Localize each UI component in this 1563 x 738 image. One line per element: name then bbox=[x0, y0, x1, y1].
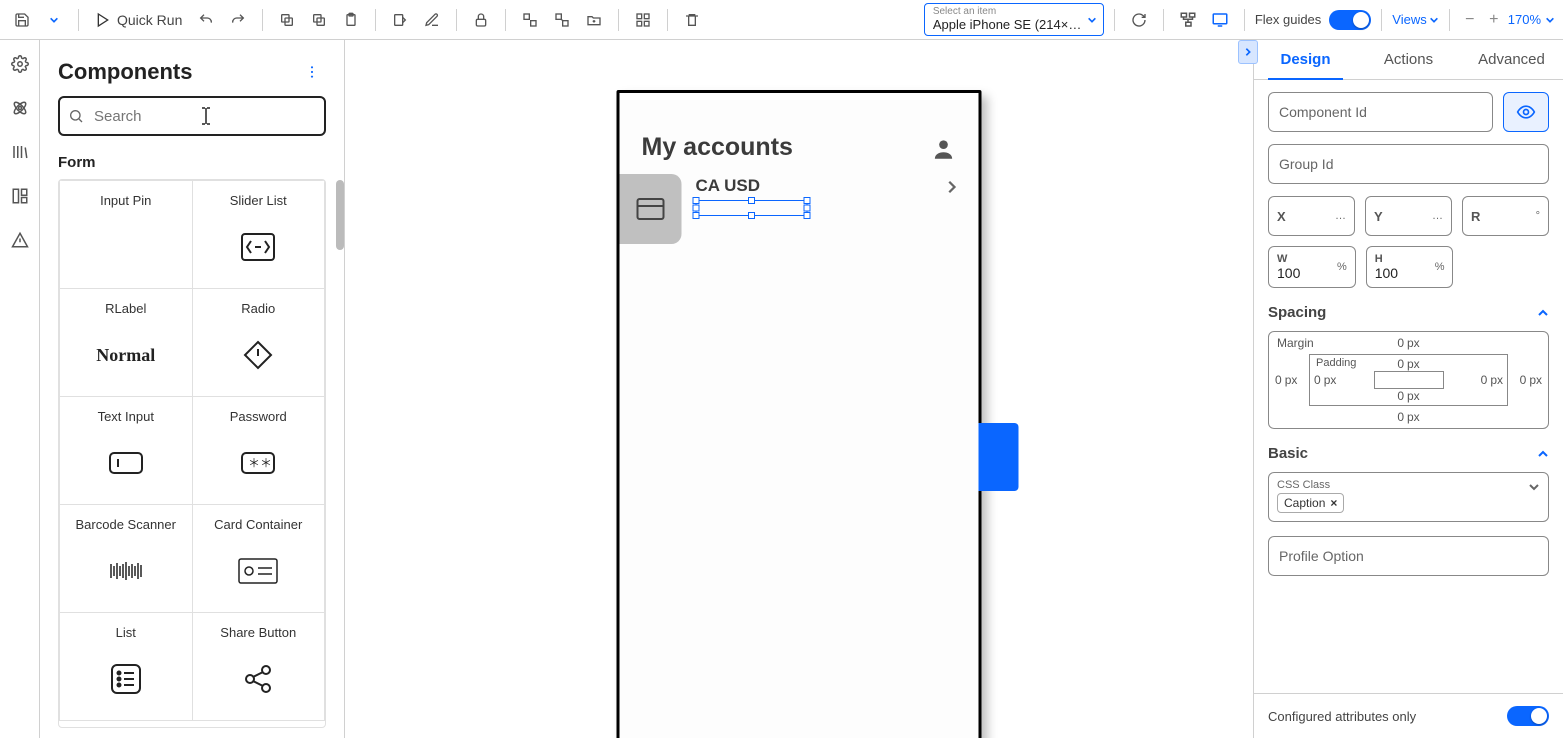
device-frame: My accounts CA USD bbox=[617, 90, 982, 738]
rail-library-icon[interactable] bbox=[6, 138, 34, 166]
device-selector-value: Apple iPhone SE (214×… bbox=[933, 18, 1083, 33]
properties-panel: Design Actions Advanced Component Id Gro… bbox=[1253, 40, 1563, 738]
components-panel: Components Form Input Pin Slider List RL… bbox=[40, 40, 345, 738]
selected-element[interactable] bbox=[696, 200, 808, 216]
tab-actions[interactable]: Actions bbox=[1357, 40, 1460, 79]
account-label: CA USD bbox=[696, 176, 929, 196]
design-canvas[interactable]: My accounts CA USD bbox=[345, 40, 1253, 738]
chevron-right-icon[interactable] bbox=[943, 174, 961, 196]
flex-guides-toggle[interactable] bbox=[1329, 10, 1371, 30]
quick-run-button[interactable]: Quick Run bbox=[89, 12, 188, 28]
chevron-down-icon bbox=[1087, 15, 1097, 25]
account-icon[interactable] bbox=[620, 174, 682, 244]
components-title: Components bbox=[58, 59, 192, 85]
spacing-section-title: Spacing bbox=[1268, 304, 1326, 321]
save-button[interactable] bbox=[8, 6, 36, 34]
scrollbar-thumb[interactable] bbox=[336, 180, 344, 250]
paste-button[interactable] bbox=[337, 6, 365, 34]
redo-button[interactable] bbox=[224, 6, 252, 34]
css-class-field[interactable]: CSS Class Caption× bbox=[1268, 472, 1549, 522]
visibility-toggle[interactable] bbox=[1503, 92, 1549, 132]
components-section-label: Form bbox=[40, 136, 344, 179]
zoom-in-button[interactable]: + bbox=[1484, 11, 1504, 29]
move-to-folder-button[interactable] bbox=[580, 6, 608, 34]
layout-button[interactable] bbox=[629, 6, 657, 34]
user-icon[interactable] bbox=[931, 136, 957, 162]
cut-button[interactable] bbox=[305, 6, 333, 34]
component-item[interactable]: Text Input bbox=[60, 397, 193, 505]
copy-button[interactable] bbox=[273, 6, 301, 34]
left-rail bbox=[0, 40, 40, 738]
component-item[interactable]: Slider List bbox=[192, 181, 325, 289]
lock-button[interactable] bbox=[467, 6, 495, 34]
x-input[interactable]: X… bbox=[1268, 196, 1355, 236]
component-item[interactable]: RLabelNormal bbox=[60, 289, 193, 397]
zoom-out-button[interactable]: − bbox=[1460, 11, 1480, 29]
css-class-chip[interactable]: Caption× bbox=[1277, 493, 1344, 513]
group-id-field[interactable]: Group Id bbox=[1268, 144, 1549, 184]
rail-warning-icon[interactable] bbox=[6, 226, 34, 254]
rail-atom-icon[interactable] bbox=[6, 94, 34, 122]
ungroup-button[interactable] bbox=[548, 6, 576, 34]
duplicate-button[interactable] bbox=[386, 6, 414, 34]
undo-button[interactable] bbox=[192, 6, 220, 34]
page-title: My accounts bbox=[642, 133, 793, 162]
configured-only-toggle[interactable] bbox=[1507, 706, 1549, 726]
component-item[interactable]: Input Pin bbox=[60, 181, 193, 289]
search-icon bbox=[68, 108, 84, 124]
basic-section-title: Basic bbox=[1268, 445, 1308, 462]
tab-advanced[interactable]: Advanced bbox=[1460, 40, 1563, 79]
group-button[interactable] bbox=[516, 6, 544, 34]
components-grid: Input Pin Slider List RLabelNormal Radio… bbox=[58, 179, 326, 728]
tree-view-button[interactable] bbox=[1174, 6, 1202, 34]
configured-only-label: Configured attributes only bbox=[1268, 709, 1416, 724]
r-input[interactable]: R° bbox=[1462, 196, 1549, 236]
save-dropdown[interactable] bbox=[40, 6, 68, 34]
top-toolbar: Quick Run Select an item Apple iPhone SE… bbox=[0, 0, 1563, 40]
tab-design[interactable]: Design bbox=[1254, 40, 1357, 79]
views-dropdown[interactable]: Views bbox=[1392, 12, 1438, 27]
flex-guides-label: Flex guides bbox=[1255, 12, 1321, 27]
components-search-input[interactable] bbox=[58, 96, 326, 136]
edit-button[interactable] bbox=[418, 6, 446, 34]
quick-run-label: Quick Run bbox=[117, 12, 182, 28]
device-selector-label: Select an item bbox=[933, 6, 1083, 18]
device-selector[interactable]: Select an item Apple iPhone SE (214×… bbox=[924, 3, 1104, 35]
y-input[interactable]: Y… bbox=[1365, 196, 1452, 236]
component-item[interactable]: Password＊＊ bbox=[192, 397, 325, 505]
text-cursor-icon bbox=[200, 106, 212, 126]
h-input[interactable]: H 100 % bbox=[1366, 246, 1454, 288]
component-id-field[interactable]: Component Id bbox=[1268, 92, 1493, 132]
rail-settings-icon[interactable] bbox=[6, 50, 34, 78]
spacing-box-model[interactable]: Margin 0px 0px 0px 0px Padding 0px 0px 0… bbox=[1268, 331, 1549, 429]
component-item[interactable]: Barcode Scanner bbox=[60, 505, 193, 613]
collapse-icon[interactable] bbox=[1537, 307, 1549, 319]
component-item[interactable]: Share Button bbox=[192, 613, 325, 721]
canvas-side-tab[interactable] bbox=[979, 423, 1019, 491]
svg-text:＊＊: ＊＊ bbox=[248, 456, 272, 470]
screen-view-button[interactable] bbox=[1206, 6, 1234, 34]
refresh-button[interactable] bbox=[1125, 6, 1153, 34]
component-item[interactable]: Radio bbox=[192, 289, 325, 397]
component-item[interactable]: List bbox=[60, 613, 193, 721]
delete-button[interactable] bbox=[678, 6, 706, 34]
zoom-value[interactable]: 170% bbox=[1508, 12, 1541, 27]
remove-chip-icon[interactable]: × bbox=[1330, 496, 1337, 510]
profile-option-field[interactable]: Profile Option bbox=[1268, 536, 1549, 576]
components-menu-button[interactable] bbox=[298, 58, 326, 86]
collapse-icon[interactable] bbox=[1537, 448, 1549, 460]
w-input[interactable]: W 100 % bbox=[1268, 246, 1356, 288]
rail-layout-icon[interactable] bbox=[6, 182, 34, 210]
panel-collapse-button[interactable] bbox=[1238, 40, 1258, 64]
component-item[interactable]: Card Container bbox=[192, 505, 325, 613]
chevron-down-icon[interactable] bbox=[1528, 481, 1540, 493]
